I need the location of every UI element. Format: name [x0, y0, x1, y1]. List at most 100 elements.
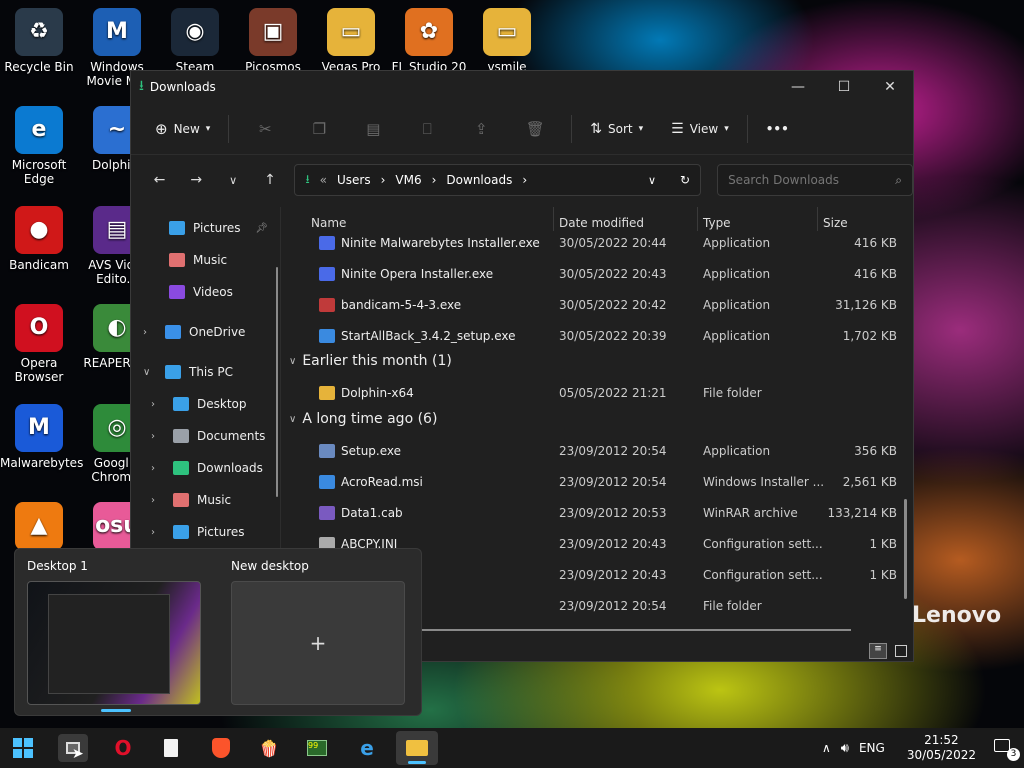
nav-item-pc[interactable]: › Pictures — [131, 516, 280, 548]
desktop-icon[interactable]: O Opera Browser — [0, 304, 78, 384]
recent-button[interactable]: ∨ — [217, 174, 250, 187]
desktop-icon[interactable]: ✿ FL Studio 20 — [390, 8, 468, 74]
nav-item-pc[interactable]: › Downloads — [131, 452, 280, 484]
scrollbar[interactable] — [276, 267, 278, 497]
view-list-icon: ☰ — [671, 120, 684, 137]
desktop-icon[interactable]: e Microsoft Edge — [0, 106, 78, 186]
more-button[interactable]: ••• — [760, 113, 795, 145]
divider — [746, 114, 748, 143]
terminal-taskbar-icon[interactable]: 99 — [302, 734, 332, 762]
chevron-right-icon[interactable]: › — [151, 431, 165, 442]
nav-item-this-pc[interactable]: ∨ This PC — [131, 356, 280, 388]
nav-item-pc[interactable]: › Documents — [131, 420, 280, 452]
file-icon — [319, 474, 335, 489]
notifications-button[interactable]: 3 — [994, 739, 1020, 761]
notification-badge: 3 — [1007, 748, 1020, 761]
nav-item-onedrive[interactable]: › OneDrive — [131, 316, 280, 348]
desktop-icon[interactable]: ▭ vsmile — [468, 8, 546, 74]
rename-button[interactable]: ⎕ — [403, 113, 451, 145]
nav-item-pc[interactable]: › Desktop — [131, 388, 280, 420]
chevron-right-icon[interactable]: › — [151, 463, 165, 474]
sort-button[interactable]: ⇅ Sort ▾ — [584, 113, 649, 145]
language-indicator[interactable]: ENG — [859, 741, 885, 755]
paste-button[interactable]: ▤ — [349, 113, 397, 145]
file-explorer-taskbar-icon[interactable] — [396, 731, 438, 765]
chevron-down-icon[interactable]: ∨ — [143, 367, 157, 378]
volume-icon[interactable]: 🔊︎ — [841, 741, 849, 756]
file-row[interactable]: AcroRead.msi 23/09/2012 20:54 Windows Inst… — [281, 466, 913, 497]
folder-icon — [173, 397, 189, 411]
nav-item-pc[interactable]: › Music — [131, 484, 280, 516]
opera-taskbar-icon[interactable]: O — [108, 734, 138, 762]
file-row[interactable]: Dolphin-x64 05/05/2022 21:21 File folder — [281, 377, 913, 408]
app-icon: ▲ — [15, 502, 63, 550]
copy-button[interactable]: ❐ — [295, 113, 343, 145]
app-icon: ♻ — [15, 8, 63, 56]
nav-item-quick[interactable]: Videos — [131, 276, 280, 308]
share-button[interactable]: ⇪ — [457, 113, 505, 145]
address-bar[interactable]: ⭳ « Users › VM6 › Downloads › ∨ ↻ — [294, 164, 702, 196]
refresh-icon[interactable]: ↻ — [680, 173, 690, 187]
desktop-icon[interactable]: ▭ Vegas Pro — [312, 8, 390, 74]
desktop-icon[interactable]: ● Bandicam — [0, 206, 78, 272]
desktop-icon[interactable]: ♻ Recycle Bin — [0, 8, 78, 74]
forward-button[interactable]: → — [180, 172, 213, 188]
desktop-icon[interactable]: M Malwarebytes — [0, 404, 83, 470]
group-header-earlier-this-month[interactable]: ∨ Earlier this month (1) — [289, 353, 452, 369]
file-row[interactable]: bandicam-5-4-3.exe 30/05/2022 20:42 Applic… — [281, 289, 913, 320]
chevron-right-icon[interactable]: › — [151, 495, 165, 506]
popcorn-taskbar-icon[interactable]: 🍿 — [254, 734, 284, 762]
app-icon: O — [15, 304, 63, 352]
file-row[interactable]: Data1.cab 23/09/2012 20:53 WinRAR archive 1… — [281, 497, 913, 528]
chevron-right-icon[interactable]: › — [143, 327, 157, 338]
file-date: 30/05/2022 20:39 — [559, 328, 667, 343]
cut-button[interactable]: ✂ — [241, 113, 289, 145]
desktop-1-thumbnail[interactable] — [27, 581, 201, 705]
nav-item-quick[interactable]: Music — [131, 244, 280, 276]
horizontal-scrollbar[interactable] — [411, 629, 851, 631]
desktop-icon[interactable]: ◉ Steam — [156, 8, 234, 74]
file-row[interactable]: Ninite Opera Installer.exe 30/05/2022 20:… — [281, 258, 913, 289]
desktop-icon[interactable]: ▣ Picosmos — [234, 8, 312, 74]
chevron-right-icon[interactable]: › — [151, 527, 165, 538]
up-button[interactable]: ↑ — [254, 172, 287, 188]
nav-item-quick[interactable]: Pictures 📌︎ — [131, 212, 280, 244]
copy-icon: ❐ — [312, 119, 327, 138]
title-bar[interactable]: ⭳ Downloads — ☐ ✕ — [131, 71, 913, 103]
start-button[interactable] — [8, 734, 38, 762]
chevron-right-icon[interactable]: › — [151, 399, 165, 410]
delete-button[interactable]: 🗑 — [511, 113, 559, 145]
new-button[interactable]: ⊕ New ▾ — [149, 113, 216, 145]
breadcrumb-vm6[interactable]: VM6 — [395, 173, 421, 187]
file-row[interactable]: Setup.exe 23/09/2012 20:54 Application 356 … — [281, 435, 913, 466]
new-desktop-button[interactable]: + — [231, 581, 405, 705]
task-view-button[interactable]: ➤ — [58, 734, 88, 762]
breadcrumb-users[interactable]: Users — [337, 173, 371, 187]
back-button[interactable]: ← — [143, 172, 176, 188]
search-input[interactable] — [728, 173, 889, 187]
tiles-view-icon[interactable] — [895, 645, 907, 657]
chevron-right-icon: › — [431, 173, 437, 187]
close-button[interactable]: ✕ — [867, 71, 913, 103]
file-row[interactable]: StartAllBack_3.4.2_setup.exe 30/05/2022 2… — [281, 320, 913, 351]
command-bar: ⊕ New ▾ ✂ ❐ ▤ ⎕ ⇪ 🗑 ⇅ Sort ▾ ☰ View ▾ ••… — [131, 103, 913, 155]
edge-taskbar-icon[interactable]: e — [352, 734, 382, 762]
show-hidden-icons-button[interactable]: ∧ — [822, 741, 831, 755]
view-button[interactable]: ☰ View ▾ — [665, 113, 735, 145]
details-view-icon[interactable]: ≡ — [869, 643, 887, 659]
nav-item-label: Pictures — [197, 525, 245, 539]
address-dropdown-icon[interactable]: ∨ — [648, 174, 656, 187]
maximize-button[interactable]: ☐ — [821, 71, 867, 103]
clock[interactable]: 21:52 30/05/2022 — [907, 733, 976, 763]
file-type: Configuration sett... — [703, 536, 823, 551]
brave-taskbar-icon[interactable] — [206, 734, 236, 762]
notepad-taskbar-icon[interactable] — [156, 734, 186, 762]
group-header-long-time-ago[interactable]: ∨ A long time ago (6) — [289, 411, 437, 427]
file-type: Configuration sett... — [703, 567, 823, 582]
folder-icon — [173, 461, 189, 475]
breadcrumb-downloads[interactable]: Downloads — [446, 173, 512, 187]
file-row[interactable]: Ninite Malwarebytes Installer.exe 30/05/2… — [281, 227, 913, 258]
search-box[interactable]: ⌕ — [717, 164, 913, 196]
file-date: 30/05/2022 20:43 — [559, 266, 667, 281]
minimize-button[interactable]: — — [775, 71, 821, 103]
